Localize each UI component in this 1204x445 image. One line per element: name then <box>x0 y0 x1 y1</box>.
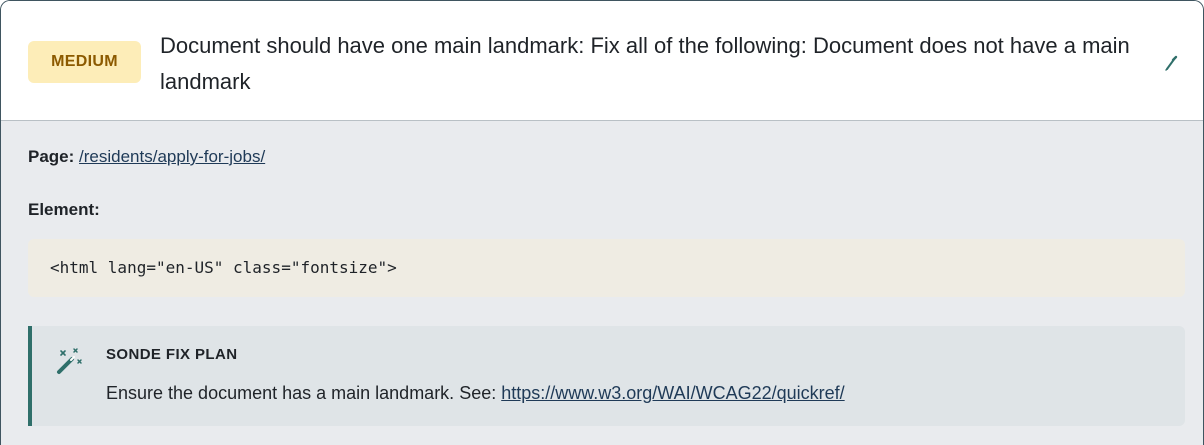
fix-plan-heading: SONDE FIX PLAN <box>106 346 238 363</box>
pencil-icon <box>1165 55 1178 71</box>
page-link[interactable]: /residents/apply-for-jobs/ <box>79 147 265 166</box>
magic-wand-icon <box>57 348 82 374</box>
page-row: Page: /residents/apply-for-jobs/ <box>28 147 265 167</box>
fix-plan-text: Ensure the document has a main landmark.… <box>106 383 845 404</box>
page-label: Page: <box>28 147 75 166</box>
issue-card: MEDIUM Document should have one main lan… <box>0 0 1204 445</box>
element-code: <html lang="en-US" class="fontsize"> <box>28 239 1185 297</box>
fix-plan-link[interactable]: https://www.w3.org/WAI/WCAG22/quickref/ <box>501 383 844 403</box>
issue-title: Document should have one main landmark: … <box>160 33 1130 94</box>
issue-header[interactable]: MEDIUM Document should have one main lan… <box>1 1 1203 121</box>
fix-plan-description: Ensure the document has a main landmark.… <box>106 383 502 403</box>
edit-button[interactable] <box>1156 48 1186 78</box>
fix-plan-panel: SONDE FIX PLAN Ensure the document has a… <box>28 326 1185 426</box>
severity-badge: MEDIUM <box>28 41 141 83</box>
element-label: Element: <box>28 200 100 219</box>
